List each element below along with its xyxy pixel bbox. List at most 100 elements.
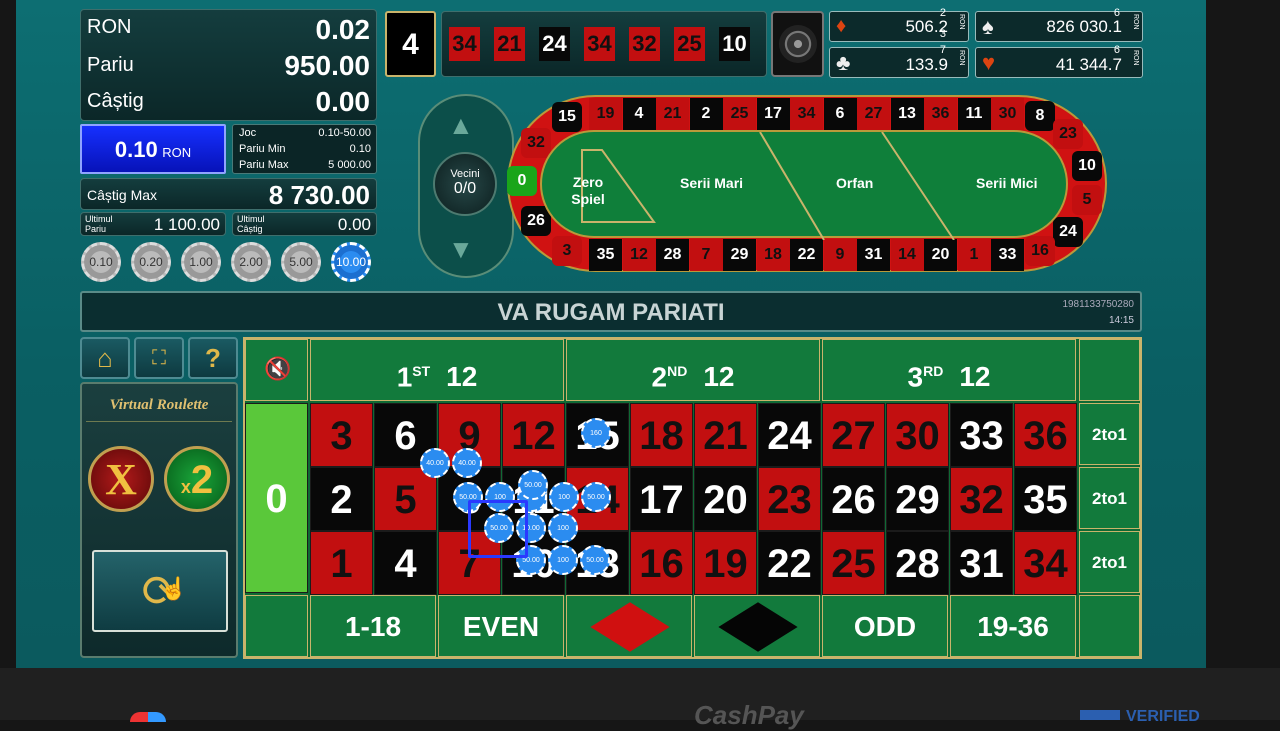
racetrack-number[interactable]: 12 bbox=[622, 239, 656, 271]
racetrack-number[interactable]: 29 bbox=[723, 239, 756, 271]
help-icon[interactable]: ? bbox=[188, 337, 238, 379]
number-cell-31[interactable]: 31 bbox=[950, 531, 1013, 595]
number-cell-36[interactable]: 36 bbox=[1014, 403, 1077, 467]
neighbors-counter[interactable]: Vecini 0/0 bbox=[433, 152, 497, 216]
denomination-button[interactable]: 0.10 RON bbox=[80, 124, 226, 174]
chip-10.00[interactable]: 10.00 bbox=[331, 242, 371, 282]
bet-even[interactable]: EVEN bbox=[438, 595, 564, 657]
history-number: 34 bbox=[584, 27, 615, 61]
jackpot-unit: RON bbox=[958, 14, 965, 30]
racetrack-number[interactable]: 0 bbox=[507, 166, 537, 196]
max-win-value: 8 730.00 bbox=[268, 180, 370, 210]
home-icon[interactable]: ⌂ bbox=[80, 337, 130, 379]
double-bets-button[interactable]: x2 bbox=[164, 446, 230, 512]
racetrack-number[interactable]: 2 bbox=[689, 98, 723, 130]
racetrack-number[interactable]: 25 bbox=[723, 98, 756, 130]
racetrack-number[interactable]: 36 bbox=[924, 98, 957, 130]
racetrack-number[interactable]: 7 bbox=[689, 239, 723, 271]
number-cell-20[interactable]: 20 bbox=[694, 467, 757, 531]
racetrack-number[interactable]: 15 bbox=[552, 102, 582, 132]
racetrack-number[interactable]: 16 bbox=[1025, 236, 1055, 266]
dozen-bet-1[interactable]: 1ST 12 bbox=[310, 339, 564, 401]
number-cell-2[interactable]: 2 bbox=[310, 467, 373, 531]
bet-red[interactable] bbox=[566, 595, 692, 657]
section-orfan[interactable]: Orfan bbox=[836, 175, 873, 191]
section-serii-mici[interactable]: Serii Mici bbox=[976, 175, 1037, 191]
racetrack-number[interactable]: 9 bbox=[823, 239, 857, 271]
racetrack-number[interactable]: 31 bbox=[857, 239, 890, 271]
number-cell-26[interactable]: 26 bbox=[822, 467, 885, 531]
number-cell-32[interactable]: 32 bbox=[950, 467, 1013, 531]
column-bet-2[interactable]: 2to1 bbox=[1079, 467, 1140, 529]
chip-0.20[interactable]: 0.20 bbox=[131, 242, 171, 282]
fullscreen-icon[interactable]: ⛶ bbox=[134, 337, 184, 379]
bet-1-18[interactable]: 1-18 bbox=[310, 595, 436, 657]
chip-0.10[interactable]: 0.10 bbox=[81, 242, 121, 282]
number-cell-28[interactable]: 28 bbox=[886, 531, 949, 595]
bet-odd[interactable]: ODD bbox=[822, 595, 948, 657]
racetrack-number[interactable]: 10 bbox=[1072, 151, 1102, 181]
racetrack-number[interactable]: 11 bbox=[957, 98, 991, 130]
number-cell-29[interactable]: 29 bbox=[886, 467, 949, 531]
number-cell-35[interactable]: 35 bbox=[1014, 467, 1077, 531]
racetrack-number[interactable]: 35 bbox=[589, 239, 622, 271]
column-bet-3[interactable]: 2to1 bbox=[1079, 531, 1140, 593]
zero-cell[interactable]: 0 bbox=[245, 403, 308, 593]
racetrack-number[interactable]: 1 bbox=[957, 239, 991, 271]
racetrack-number[interactable]: 27 bbox=[857, 98, 890, 130]
chip-2.00[interactable]: 2.00 bbox=[231, 242, 271, 282]
racetrack-number[interactable]: 33 bbox=[991, 239, 1024, 271]
clear-bets-button[interactable]: X bbox=[88, 446, 154, 512]
racetrack-number[interactable]: 19 bbox=[589, 98, 622, 130]
number-cell-1[interactable]: 1 bbox=[310, 531, 373, 595]
racetrack-number[interactable]: 17 bbox=[756, 98, 790, 130]
number-cell-21[interactable]: 21 bbox=[694, 403, 757, 467]
column-bet-1[interactable]: 2to1 bbox=[1079, 403, 1140, 465]
mouse-cursor-icon: ☝ bbox=[160, 576, 188, 601]
racetrack-number[interactable]: 30 bbox=[991, 98, 1024, 130]
neighbors-down-arrow-icon[interactable]: ▼ bbox=[448, 234, 474, 265]
mute-button[interactable]: 🔇 bbox=[245, 339, 308, 401]
racetrack-number[interactable]: 6 bbox=[823, 98, 857, 130]
racetrack-number[interactable]: 22 bbox=[790, 239, 823, 271]
number-cell-3[interactable]: 3 bbox=[310, 403, 373, 467]
number-cell-24[interactable]: 24 bbox=[758, 403, 821, 467]
racetrack-number[interactable]: 20 bbox=[924, 239, 957, 271]
section-serii-mari[interactable]: Serii Mari bbox=[680, 175, 743, 191]
bet-19-36[interactable]: 19-36 bbox=[950, 595, 1076, 657]
jackpot-diamond: ♦ 506.2 2 3 RON bbox=[829, 7, 969, 42]
racetrack-number[interactable]: 34 bbox=[790, 98, 823, 130]
number-cell-5[interactable]: 5 bbox=[374, 467, 437, 531]
number-cell-23[interactable]: 23 bbox=[758, 467, 821, 531]
racetrack-number[interactable]: 13 bbox=[890, 98, 924, 130]
number-cell-34[interactable]: 34 bbox=[1014, 531, 1077, 595]
bet-black[interactable] bbox=[694, 595, 820, 657]
racetrack-number[interactable]: 5 bbox=[1072, 185, 1102, 215]
number-cell-25[interactable]: 25 bbox=[822, 531, 885, 595]
number-cell-17[interactable]: 17 bbox=[630, 467, 693, 531]
dozen-bet-2[interactable]: 2ND 12 bbox=[566, 339, 820, 401]
racetrack-number[interactable]: 28 bbox=[656, 239, 689, 271]
racetrack-number[interactable]: 3 bbox=[552, 236, 582, 266]
number-cell-27[interactable]: 27 bbox=[822, 403, 885, 467]
chip-5.00[interactable]: 5.00 bbox=[281, 242, 321, 282]
racetrack-number[interactable]: 21 bbox=[656, 98, 689, 130]
number-cell-16[interactable]: 16 bbox=[630, 531, 693, 595]
chip-1.00[interactable]: 1.00 bbox=[181, 242, 221, 282]
number-cell-30[interactable]: 30 bbox=[886, 403, 949, 467]
racetrack-number[interactable]: 4 bbox=[622, 98, 656, 130]
number-cell-12[interactable]: 12 bbox=[502, 403, 565, 467]
neighbors-up-arrow-icon[interactable]: ▲ bbox=[448, 110, 474, 141]
section-zero-spiel[interactable]: Zero Spiel bbox=[570, 174, 606, 208]
club-icon: ♣ bbox=[836, 50, 851, 75]
number-cell-4[interactable]: 4 bbox=[374, 531, 437, 595]
number-cell-22[interactable]: 22 bbox=[758, 531, 821, 595]
racetrack-number[interactable]: 8 bbox=[1025, 101, 1055, 131]
wheel-button[interactable] bbox=[771, 11, 824, 77]
racetrack-number[interactable]: 14 bbox=[890, 239, 924, 271]
number-cell-18[interactable]: 18 bbox=[630, 403, 693, 467]
number-cell-33[interactable]: 33 bbox=[950, 403, 1013, 467]
number-cell-19[interactable]: 19 bbox=[694, 531, 757, 595]
dozen-bet-3[interactable]: 3RD 12 bbox=[822, 339, 1076, 401]
racetrack-number[interactable]: 18 bbox=[756, 239, 790, 271]
